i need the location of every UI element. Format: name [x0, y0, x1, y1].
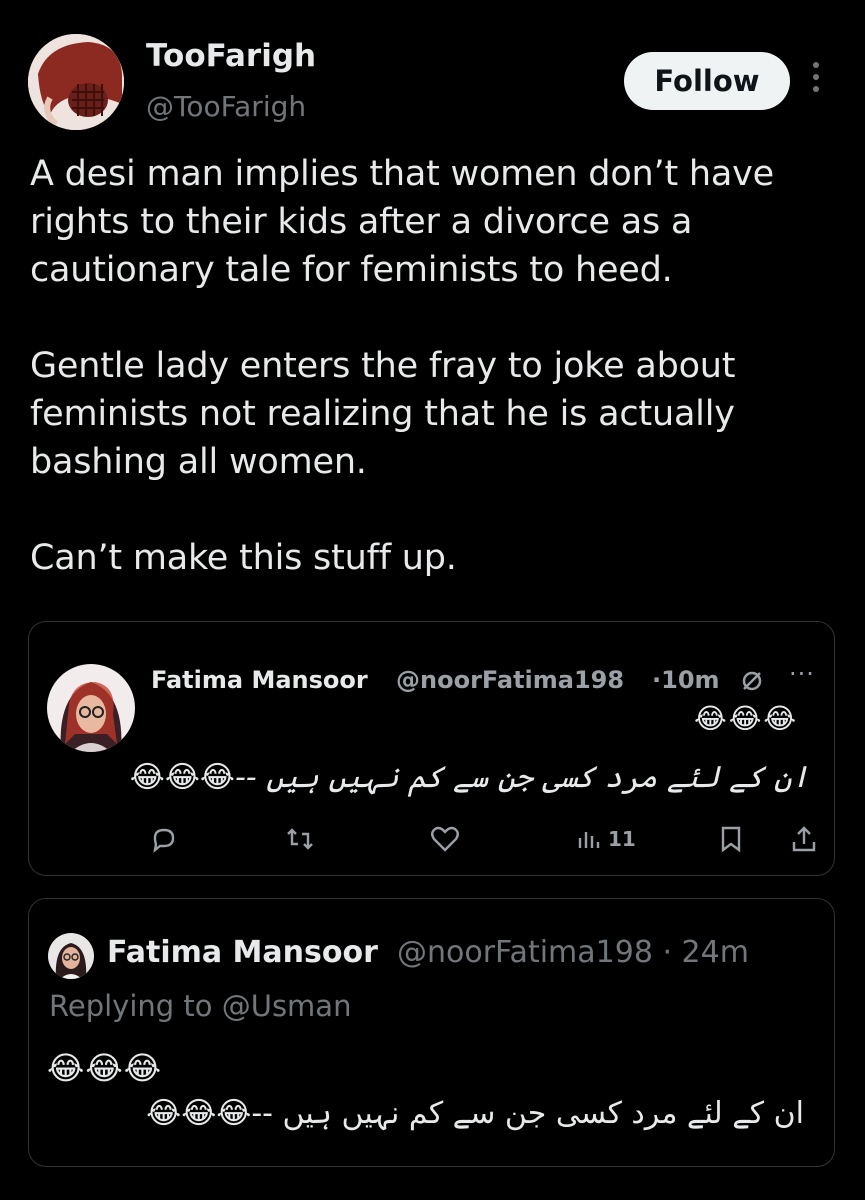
reply-post-text: ان کے لئے مرد کسی جن سے کم نہیں ہیں --😂😂… — [146, 1096, 804, 1131]
reply-author-avatar[interactable] — [48, 933, 94, 979]
views-button[interactable]: 11 — [574, 822, 636, 856]
like-icon[interactable] — [429, 822, 461, 856]
quoted-post-card[interactable]: Fatima Mansoor @noorFatima198 ·10m ··· 😂… — [28, 621, 835, 876]
author-avatar[interactable] — [28, 34, 124, 130]
circle-slash-icon — [739, 668, 765, 694]
quoted-post-text: ان کے لئے مرد کسی جن سے کم نہیں ہیں --😂😂… — [129, 760, 809, 795]
reply-icon[interactable] — [149, 822, 179, 856]
views-icon — [578, 832, 600, 848]
quoted-post-time: ·10m — [652, 666, 720, 694]
tweet-text: A desi man implies that women don’t have… — [30, 154, 774, 578]
author-name[interactable]: TooFarigh — [146, 38, 316, 74]
reply-emoji-line: 😂😂😂 — [47, 1049, 163, 1087]
more-icon[interactable]: ··· — [789, 660, 815, 688]
reply-author-name[interactable]: Fatima Mansoor — [107, 935, 378, 970]
replying-to-prefix: Replying to — [49, 989, 213, 1023]
replying-to-mention[interactable]: @Usman — [222, 989, 352, 1023]
more-options-icon[interactable] — [808, 62, 824, 102]
author-handle[interactable]: @TooFarigh — [146, 90, 306, 123]
quoted-emoji-line: 😂😂😂 — [694, 702, 799, 735]
reply-post-card[interactable]: Fatima Mansoor @noorFatima198 · 24m Repl… — [28, 898, 835, 1167]
bookmark-icon[interactable] — [717, 822, 745, 856]
follow-button[interactable]: Follow — [624, 52, 790, 110]
replying-to: Replying to @Usman — [49, 989, 351, 1023]
share-icon[interactable] — [789, 822, 819, 856]
quoted-post-actions: 11 — [149, 822, 829, 858]
retweet-icon[interactable] — [284, 822, 316, 856]
quoted-author-handle[interactable]: @noorFatima198 — [396, 666, 624, 694]
views-count: 11 — [608, 827, 636, 851]
quoted-author-avatar[interactable] — [47, 664, 135, 752]
quoted-author-name[interactable]: Fatima Mansoor — [151, 666, 368, 694]
reply-author-handle[interactable]: @noorFatima198 · 24m — [397, 935, 749, 970]
